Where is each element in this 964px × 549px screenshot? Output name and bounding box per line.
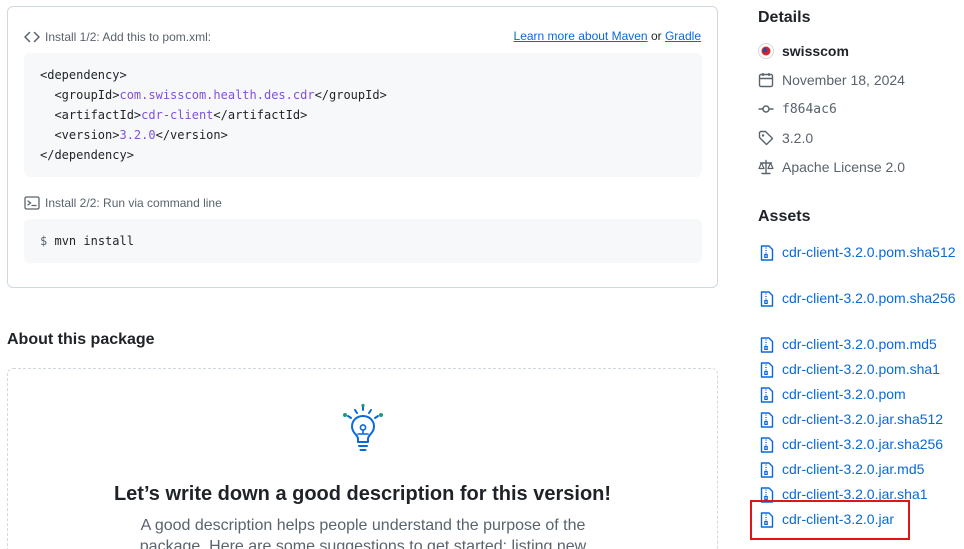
code-line: $ mvn install	[40, 231, 686, 251]
detail-date: November 18, 2024	[758, 69, 905, 91]
code-line: </dependency>	[40, 148, 134, 162]
asset-name[interactable]: cdr-client-3.2.0.pom.md5	[782, 334, 957, 354]
version-number: 3.2.0	[782, 130, 814, 146]
file-zip-icon	[760, 412, 774, 428]
asset-name[interactable]: cdr-client-3.2.0.jar.sha512	[782, 409, 957, 429]
details-title: Details	[758, 9, 811, 26]
asset-name[interactable]: cdr-client-3.2.0.pom.sha512	[782, 242, 957, 262]
lightbulb-icon	[343, 403, 383, 451]
asset-name[interactable]: cdr-client-3.2.0.jar.sha256	[782, 434, 957, 454]
asset-link[interactable]: cdr-client-3.2.0.jar.md5	[760, 459, 957, 479]
asset-link[interactable]: cdr-client-3.2.0.pom.md5	[760, 334, 957, 354]
terminal-icon	[24, 196, 40, 210]
learn-maven-link[interactable]: Learn more about Maven	[514, 29, 648, 43]
commit-icon	[758, 105, 774, 113]
install-step-1-label: Install 1/2: Add this to pom.xml:	[45, 30, 212, 44]
asset-name[interactable]: cdr-client-3.2.0.pom.sha256	[782, 288, 957, 308]
asset-name[interactable]: cdr-client-3.2.0.pom.sha1	[782, 359, 957, 379]
asset-name[interactable]: cdr-client-3.2.0.jar.md5	[782, 459, 957, 479]
assets-title: Assets	[758, 208, 811, 225]
code-line: <version>3.2.0</version>	[54, 128, 228, 142]
license-name: Apache License 2.0	[782, 159, 905, 175]
detail-license: Apache License 2.0	[758, 156, 905, 178]
asset-link[interactable]: cdr-client-3.2.0.pom	[760, 384, 957, 404]
code-line: <dependency>	[40, 68, 127, 82]
asset-link[interactable]: cdr-client-3.2.0.jar.sha512	[760, 409, 957, 429]
command-text: mvn install	[54, 234, 134, 248]
law-icon	[758, 159, 774, 175]
install-links: Learn more about Maven or Gradle	[514, 29, 701, 43]
commit-hash[interactable]: f864ac6	[782, 102, 837, 117]
asset-link[interactable]: cdr-client-3.2.0.pom.sha512	[760, 242, 957, 262]
about-title: About this package	[7, 331, 155, 348]
owner-name[interactable]: swisscom	[782, 43, 849, 59]
published-date: November 18, 2024	[782, 72, 905, 88]
code-line: <groupId>com.swisscom.health.des.cdr</gr…	[54, 88, 387, 102]
detail-owner[interactable]: swisscom	[758, 40, 849, 62]
command-snippet[interactable]: $ mvn install	[24, 219, 702, 263]
code-line: <artifactId>cdr-client</artifactId>	[54, 108, 308, 122]
file-zip-icon	[760, 437, 774, 453]
description-placeholder: Let’s write down a good description for …	[7, 368, 718, 549]
file-zip-icon	[760, 462, 774, 478]
asset-link[interactable]: cdr-client-3.2.0.pom.sha256	[760, 288, 957, 308]
pom-snippet[interactable]: <dependency> <groupId>com.swisscom.healt…	[24, 53, 702, 177]
install-step-2-label: Install 2/2: Run via command line	[45, 196, 222, 210]
asset-link[interactable]: cdr-client-3.2.0.pom.sha1	[760, 359, 957, 379]
install-panel: Install 1/2: Add this to pom.xml: Learn …	[7, 6, 718, 288]
install-step-1: Install 1/2: Add this to pom.xml:	[24, 29, 211, 45]
owner-avatar-icon	[758, 43, 774, 59]
description-heading: Let’s write down a good description for …	[113, 483, 612, 505]
gradle-link[interactable]: Gradle	[665, 29, 701, 43]
file-zip-icon	[760, 245, 774, 261]
code-icon	[24, 31, 40, 43]
detail-version: 3.2.0	[758, 127, 813, 149]
tag-icon	[758, 130, 774, 146]
highlight-box	[750, 500, 910, 540]
file-zip-icon	[760, 387, 774, 403]
asset-name[interactable]: cdr-client-3.2.0.pom	[782, 384, 957, 404]
command-prompt: $	[40, 234, 48, 248]
or-text: or	[650, 29, 662, 43]
install-step-2: Install 2/2: Run via command line	[24, 195, 222, 211]
file-zip-icon	[760, 337, 774, 353]
detail-commit[interactable]: f864ac6	[758, 98, 837, 120]
calendar-icon	[758, 73, 774, 88]
asset-link[interactable]: cdr-client-3.2.0.jar.sha256	[760, 434, 957, 454]
file-zip-icon	[760, 362, 774, 378]
description-text: A good description helps people understa…	[139, 517, 587, 549]
file-zip-icon	[760, 291, 774, 307]
